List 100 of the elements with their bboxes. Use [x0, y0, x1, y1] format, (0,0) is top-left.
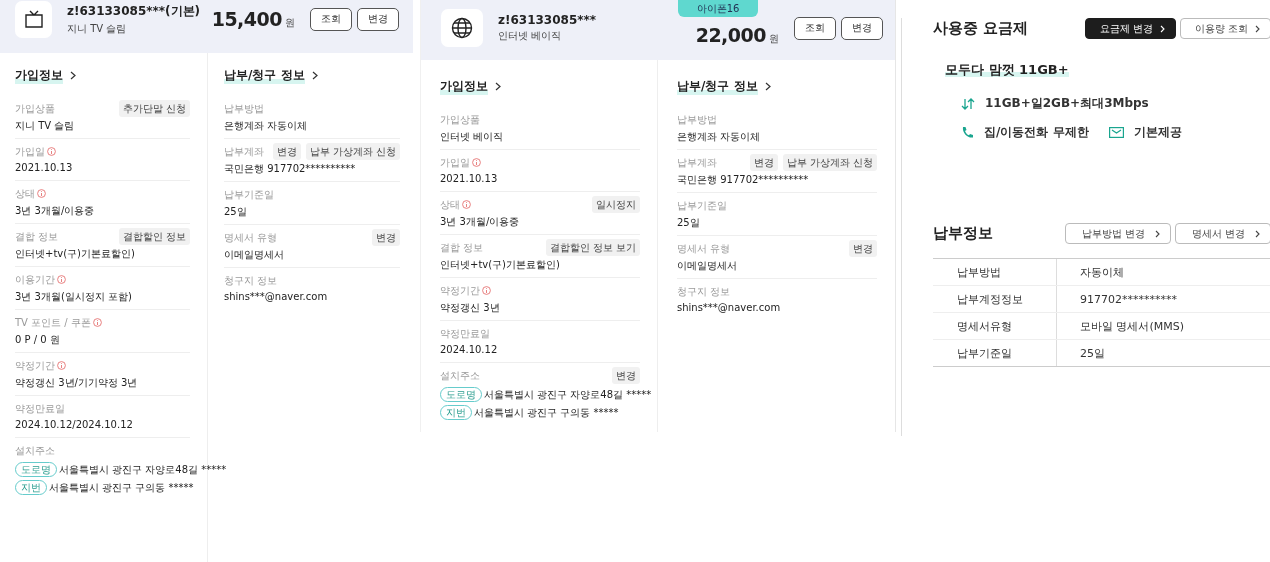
- info-icon[interactable]: [57, 361, 66, 370]
- price: 22,000: [695, 24, 766, 46]
- address-text: 서울특별시 광진구 구의동 *****: [49, 480, 194, 495]
- chevron-icon[interactable]: [495, 82, 501, 91]
- field-value: 은행계좌 자동이체: [677, 130, 762, 144]
- plan-button[interactable]: 이용량 조회: [1179, 18, 1270, 39]
- field-value: 2024.10.12: [440, 344, 499, 355]
- field-label: 약정만료일: [440, 326, 490, 341]
- service-number: z!63133085***: [498, 13, 598, 27]
- header-button[interactable]: 변경: [357, 7, 399, 31]
- chevron-icon: [1255, 229, 1260, 238]
- payment-label-cell: 명세서유형: [933, 313, 1057, 339]
- action-button[interactable]: 변경: [272, 143, 301, 160]
- payment-button[interactable]: 납부방법 변경: [1064, 223, 1171, 244]
- field-label: 가입상품: [440, 112, 480, 127]
- info-icon[interactable]: [57, 275, 66, 284]
- plan-feature: 기본제공: [1133, 124, 1182, 141]
- address-text: 서울특별시 광진구 자양로48길 *****: [484, 387, 652, 402]
- header-button[interactable]: 변경: [841, 16, 883, 40]
- field-label: 납부기준일: [677, 198, 727, 213]
- header-button[interactable]: 조회: [310, 7, 352, 31]
- payment-button[interactable]: 명세서 변경: [1174, 223, 1270, 244]
- field-value: 2021.10.13: [15, 162, 74, 173]
- field-value: 이메일명세서: [677, 259, 738, 273]
- field-label: 이용기간: [15, 272, 55, 287]
- action-button[interactable]: 추가단말 신청: [118, 100, 190, 117]
- chevron-icon: [1255, 24, 1260, 33]
- info-icon[interactable]: [37, 189, 46, 198]
- section-title[interactable]: 납부/청구 정보: [224, 67, 305, 84]
- product-name: 인터넷 베이직: [498, 29, 563, 43]
- section-title[interactable]: 가입정보: [440, 78, 488, 95]
- field-label: 납부기준일: [224, 187, 274, 202]
- envelope-icon: [1108, 127, 1124, 138]
- chevron-icon[interactable]: [764, 82, 771, 91]
- price-unit: 원: [285, 16, 295, 30]
- payment-label-cell: 납부기준일: [933, 340, 1057, 366]
- plan-button[interactable]: 요금제 변경: [1084, 18, 1176, 39]
- action-button[interactable]: 변경: [372, 229, 400, 246]
- action-button[interactable]: 변경: [749, 154, 778, 171]
- field-value: 3년 3개월/이용중: [440, 215, 521, 229]
- field-value: 국민은행 917702**********: [677, 173, 810, 187]
- field-label: 가입상품: [15, 101, 55, 116]
- field-value: 2024.10.12/2024.10.12: [15, 419, 134, 430]
- payment-section-title: 납부정보: [933, 224, 993, 243]
- field-value: 인터넷 베이직: [440, 130, 505, 144]
- field-value: 은행계좌 자동이체: [224, 119, 309, 133]
- globe-icon: [451, 17, 473, 39]
- section-title[interactable]: 가입정보: [15, 67, 63, 84]
- info-icon[interactable]: [472, 158, 481, 167]
- info-icon[interactable]: [482, 286, 491, 295]
- plan-name: 모두다 맘껏 11GB+: [945, 62, 1069, 77]
- field-label: 납부계좌: [224, 144, 264, 159]
- phone-icon: [961, 126, 974, 139]
- field-value: 0 P / 0 원: [15, 333, 61, 347]
- price: 15,400: [211, 8, 282, 30]
- field-label: 약정만료일: [15, 401, 65, 416]
- info-icon[interactable]: [462, 200, 471, 209]
- product-name: 지니 TV 슬림: [67, 21, 128, 36]
- action-button[interactable]: 변경: [612, 367, 640, 384]
- info-icon[interactable]: [92, 318, 102, 327]
- field-label: 명세서 유형: [224, 230, 278, 245]
- device-badge: 아이폰16: [678, 0, 758, 17]
- field-value: 약정갱신 3년: [440, 301, 501, 315]
- field-label: 상태: [440, 197, 460, 212]
- field-label: 약정기간: [15, 358, 55, 373]
- action-button[interactable]: 납부 가상계좌 신청: [782, 154, 877, 171]
- tv-icon: [23, 10, 44, 28]
- info-icon[interactable]: [47, 147, 56, 156]
- header-button[interactable]: 조회: [794, 16, 836, 40]
- field-value: 25일: [677, 216, 701, 230]
- field-label: 납부방법: [677, 112, 717, 127]
- chevron-icon: [1154, 229, 1160, 238]
- action-button[interactable]: 일시정지: [592, 196, 640, 213]
- payment-label-cell: 납부방법: [933, 259, 1057, 285]
- field-value: 국민은행 917702**********: [224, 162, 357, 176]
- field-label: 약정기간: [440, 283, 480, 298]
- service-number: z!63133085***(기본): [67, 2, 202, 20]
- address-text: 서울특별시 광진구 자양로48길 *****: [59, 462, 227, 477]
- field-value: shins***@naver.com: [224, 291, 329, 302]
- field-value: 이메일명세서: [224, 248, 285, 262]
- action-button[interactable]: 결합할인 정보: [118, 228, 190, 245]
- action-button[interactable]: 결합할인 정보 보기: [545, 239, 640, 256]
- price-unit: 원: [769, 32, 779, 46]
- chevron-icon[interactable]: [70, 71, 76, 80]
- field-value: 약정갱신 3년/기기약정 3년: [15, 376, 139, 390]
- payment-value-cell-text: 자동이체: [1079, 264, 1124, 281]
- field-label: 청구지 정보: [677, 284, 731, 299]
- payment-value-cell-text: 917702**********: [1079, 291, 1177, 308]
- field-label: TV 포인트 / 쿠폰: [15, 315, 91, 330]
- field-label: 명세서 유형: [677, 241, 731, 256]
- action-button[interactable]: 변경: [849, 240, 877, 257]
- field-label: 설치주소: [15, 443, 55, 458]
- action-button[interactable]: 납부 가상계좌 신청: [305, 143, 400, 160]
- field-label: 가입일: [440, 155, 470, 170]
- payment-label-cell: 납부계정정보: [933, 286, 1057, 312]
- field-label: 설치주소: [440, 368, 480, 383]
- section-title[interactable]: 납부/청구 정보: [677, 78, 758, 95]
- chevron-icon[interactable]: [311, 71, 318, 80]
- plan-section-title: 사용중 요금제: [933, 19, 1029, 38]
- field-value: shins***@naver.com: [677, 302, 782, 313]
